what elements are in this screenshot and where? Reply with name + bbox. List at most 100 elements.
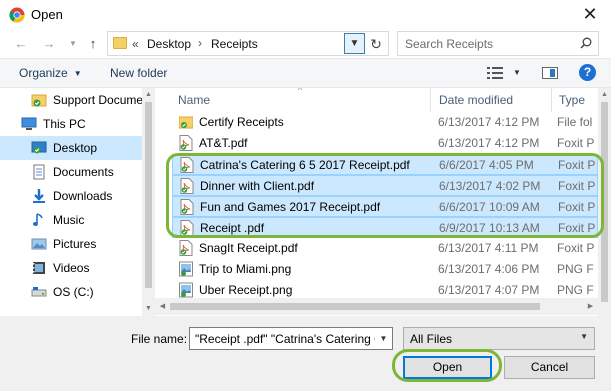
search-input[interactable]: Search Receipts [397, 31, 599, 56]
file-date-modified: 6/13/2017 4:11 PM [438, 241, 539, 255]
breadcrumb-chevron-icon[interactable]: › [198, 36, 202, 50]
sidebar-item-desktop[interactable]: Desktop [0, 136, 142, 160]
breadcrumb-desktop[interactable]: Desktop [147, 37, 191, 51]
sidebar-item-downloads[interactable]: Downloads [0, 184, 142, 208]
file-name: Fun and Games 2017 Receipt.pdf [200, 200, 381, 214]
file-name-dropdown-icon[interactable]: ▼ [375, 328, 392, 349]
chevron-down-icon: ▼ [580, 332, 588, 341]
sidebar-item-label: This PC [43, 117, 86, 131]
file-type: Foxit P [557, 241, 595, 255]
column-divider[interactable] [551, 88, 552, 112]
file-list-scroll-thumb[interactable] [601, 102, 608, 302]
documents-icon [31, 164, 47, 180]
view-dropdown-icon[interactable]: ▼ [513, 68, 521, 77]
chevron-down-icon: ▼ [73, 69, 82, 78]
file-type: PNG F [557, 262, 594, 276]
sidebar-item-this-pc[interactable]: This PC [0, 112, 142, 136]
scroll-right-icon[interactable]: ▶ [584, 300, 597, 313]
new-folder-button[interactable]: New folder [110, 66, 167, 80]
address-dropdown-icon[interactable]: ▼ [344, 33, 365, 54]
file-row[interactable]: Catrina's Catering 6 5 2017 Receipt.pdf 6… [172, 154, 598, 175]
sidebar-item-label: Pictures [53, 237, 97, 251]
sidebar-item-label: Desktop [53, 141, 98, 155]
file-date-modified: 6/13/2017 4:02 PM [439, 179, 541, 193]
preview-pane-icon[interactable] [542, 67, 558, 79]
sidebar-item-support-documents[interactable]: Support Documents [0, 88, 142, 112]
close-icon[interactable]: ✕ [581, 5, 599, 23]
nav-scrollbar[interactable]: ▲ ▼ [142, 88, 155, 316]
chrome-icon [9, 7, 25, 23]
file-name-label: File name: [131, 332, 188, 346]
pdf-file-icon [180, 157, 194, 173]
column-header-row: ^ Name Date modified Type [155, 88, 598, 112]
file-type: File fol [557, 115, 593, 129]
file-date-modified: 6/13/2017 4:12 PM [438, 115, 540, 129]
computer-icon [21, 116, 37, 132]
column-type[interactable]: Type [559, 93, 585, 107]
back-arrow-icon[interactable]: ← [12, 35, 30, 53]
column-name[interactable]: Name [178, 93, 210, 107]
sidebar-item-music[interactable]: Music [0, 208, 142, 232]
videos-icon [31, 260, 47, 276]
file-name: Trip to Miami.png [199, 262, 292, 276]
view-options-icon[interactable] [487, 67, 503, 79]
file-type: Foxit P [558, 158, 596, 172]
organize-button[interactable]: Organize ▼ [19, 66, 82, 80]
forward-arrow-icon[interactable]: → [40, 35, 58, 53]
column-divider[interactable] [430, 88, 431, 112]
breadcrumb-receipts[interactable]: Receipts [211, 37, 258, 51]
column-date-modified[interactable]: Date modified [439, 93, 513, 107]
sidebar-item-documents[interactable]: Documents [0, 160, 142, 184]
file-name-panel: File name: "Receipt .pdf" "Catrina's Cat… [0, 316, 611, 391]
sidebar-item-label: Videos [53, 261, 90, 275]
sidebar-item-label: Downloads [53, 189, 113, 203]
file-row[interactable]: Certify Receipts 6/13/2017 4:12 PM File fo… [172, 112, 598, 133]
file-row[interactable]: AT&T.pdf 6/13/2017 4:12 PM Foxit P [172, 133, 598, 154]
scroll-left-icon[interactable]: ◀ [156, 300, 169, 313]
file-list-scrollbar[interactable]: ▲ [598, 88, 611, 316]
up-arrow-icon[interactable]: ↑ [84, 35, 102, 53]
address-bar[interactable]: « Desktop › Receipts ▼ ↻ [107, 31, 389, 56]
search-placeholder: Search Receipts [405, 37, 494, 51]
file-name-input[interactable]: "Receipt .pdf" "Catrina's Catering 6 ▼ [189, 327, 393, 350]
desktop-icon [31, 140, 47, 156]
sidebar-item-label: Documents [53, 165, 114, 179]
scroll-up-icon[interactable]: ▲ [142, 88, 155, 101]
nav-scroll-thumb[interactable] [145, 102, 152, 288]
organize-label: Organize [19, 66, 68, 80]
file-row[interactable]: Receipt .pdf 6/9/2017 10:13 AM Foxit P [172, 217, 598, 238]
pdf-file-icon [180, 178, 194, 194]
folder-check-icon [31, 92, 47, 108]
sidebar-item-videos[interactable]: Videos [0, 256, 142, 280]
sidebar-item-label: Music [53, 213, 85, 227]
help-icon[interactable]: ? [579, 64, 596, 81]
recent-chevron-icon[interactable]: ▼ [64, 35, 82, 53]
music-icon [31, 212, 47, 228]
downloads-icon [31, 188, 47, 204]
file-row[interactable]: Trip to Miami.png 6/13/2017 4:06 PM PNG F [172, 259, 598, 280]
pdf-file-icon [180, 220, 194, 236]
file-date-modified: 6/13/2017 4:07 PM [438, 283, 540, 297]
file-name: Uber Receipt.png [199, 283, 293, 297]
horizontal-scroll-thumb[interactable] [170, 303, 540, 310]
search-icon [580, 37, 592, 49]
file-type: Foxit P [558, 221, 596, 235]
sidebar-item-os-c[interactable]: OS (C:) [0, 280, 142, 304]
sidebar-item-label: Support Documents [53, 93, 142, 107]
breadcrumb-overflow[interactable]: « [132, 37, 139, 51]
cancel-button[interactable]: Cancel [504, 356, 595, 379]
file-type: Foxit P [557, 136, 595, 150]
horizontal-scrollbar[interactable]: ◀ ▶ [155, 298, 598, 315]
scroll-down-icon[interactable]: ▼ [142, 302, 155, 315]
pdf-file-icon [179, 240, 193, 256]
refresh-icon[interactable]: ↻ [367, 35, 385, 53]
file-row[interactable]: SnagIt Receipt.pdf 6/13/2017 4:11 PM Foxit… [172, 238, 598, 259]
file-row[interactable]: Fun and Games 2017 Receipt.pdf 6/6/2017 1… [172, 196, 598, 217]
open-button[interactable]: Open [403, 356, 492, 379]
file-type-select[interactable]: All Files ▼ [403, 327, 595, 350]
file-row[interactable]: Dinner with Client.pdf 6/13/2017 4:02 PM F… [172, 175, 598, 196]
pdf-file-icon [179, 135, 193, 151]
sidebar-item-pictures[interactable]: Pictures [0, 232, 142, 256]
scroll-up-icon[interactable]: ▲ [598, 88, 611, 101]
file-name: Dinner with Client.pdf [200, 179, 315, 193]
